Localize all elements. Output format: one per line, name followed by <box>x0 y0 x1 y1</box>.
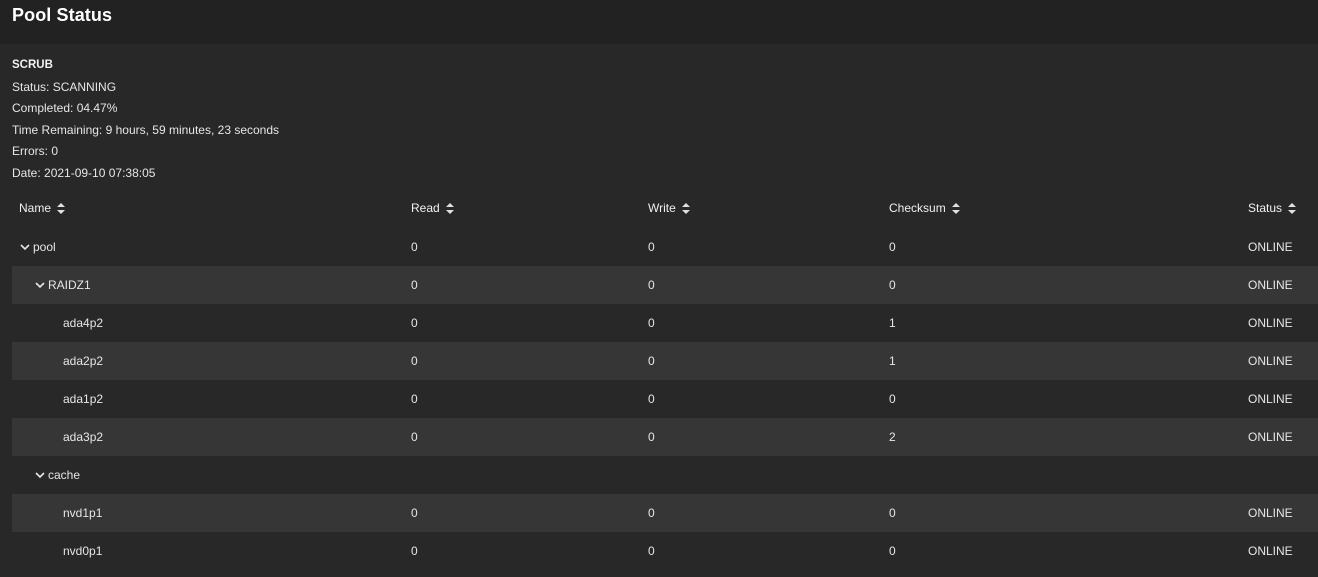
column-header-name-label: Name <box>19 201 52 215</box>
row-status: ONLINE <box>1248 430 1293 444</box>
row-read: 0 <box>411 240 418 254</box>
scrub-title: SCRUB <box>12 59 53 71</box>
table-row[interactable]: ada4p2 0 0 1 ONLINE <box>12 304 1318 342</box>
row-name-cell: RAIDZ1 <box>19 266 91 304</box>
row-write: 0 <box>648 506 655 520</box>
row-write: 0 <box>648 430 655 444</box>
row-status: ONLINE <box>1248 392 1293 406</box>
row-checksum: 2 <box>889 430 896 444</box>
table-row[interactable]: pool 0 0 0 ONLINE <box>12 228 1318 266</box>
sort-icon <box>57 202 66 214</box>
row-checksum: 0 <box>889 506 896 520</box>
row-name: pool <box>33 240 56 254</box>
row-name-cell: cache <box>19 456 80 494</box>
row-read: 0 <box>411 354 418 368</box>
table-row[interactable]: RAIDZ1 0 0 0 ONLINE <box>12 266 1318 304</box>
row-name: ada3p2 <box>63 430 104 444</box>
page-header: Pool Status <box>0 0 1318 44</box>
row-name: ada1p2 <box>63 392 104 406</box>
row-status: ONLINE <box>1248 278 1293 292</box>
table-row[interactable]: nvd0p1 0 0 0 ONLINE <box>12 532 1318 570</box>
row-name: ada2p2 <box>63 354 104 368</box>
scrub-errors: Errors: 0 <box>12 144 59 159</box>
chevron-down-icon[interactable] <box>19 241 31 253</box>
row-status: ONLINE <box>1248 544 1293 558</box>
scrub-date: Date: 2021-09-10 07:38:05 <box>12 165 156 180</box>
scrub-status: Status: SCANNING <box>12 79 117 94</box>
table-row[interactable]: cache <box>12 456 1318 494</box>
chevron-down-icon[interactable] <box>34 279 46 291</box>
column-header-status-label: Status <box>1248 201 1283 215</box>
table-row[interactable]: ada2p2 0 0 1 ONLINE <box>12 342 1318 380</box>
column-header-checksum-label: Checksum <box>889 201 946 215</box>
chevron-down-icon[interactable] <box>34 469 46 481</box>
row-read: 0 <box>411 506 418 520</box>
sort-icon <box>951 202 960 214</box>
row-write: 0 <box>648 278 655 292</box>
row-status: ONLINE <box>1248 316 1293 330</box>
row-status: ONLINE <box>1248 506 1293 520</box>
row-read: 0 <box>411 544 418 558</box>
column-header-checksum[interactable]: Checksum <box>889 188 960 228</box>
row-checksum: 0 <box>889 392 896 406</box>
table-row[interactable]: ada3p2 0 0 2 ONLINE <box>12 418 1318 456</box>
row-name: ada4p2 <box>63 316 104 330</box>
sort-icon <box>445 202 454 214</box>
row-status: ONLINE <box>1248 240 1293 254</box>
row-read: 0 <box>411 278 418 292</box>
pool-status-table: Name Read Write Checksum Status pool 0 0… <box>12 188 1318 570</box>
scrub-completed: Completed: 04.47% <box>12 101 118 116</box>
scrub-time-remaining: Time Remaining: 9 hours, 59 minutes, 23 … <box>12 122 280 137</box>
column-header-read-label: Read <box>411 201 440 215</box>
row-write: 0 <box>648 240 655 254</box>
column-header-write[interactable]: Write <box>648 188 690 228</box>
column-header-name[interactable]: Name <box>19 188 66 228</box>
row-checksum: 0 <box>889 544 896 558</box>
row-name: nvd0p1 <box>63 544 103 558</box>
scrub-summary: SCRUB Status: SCANNING Completed: 04.47%… <box>0 44 1318 185</box>
sort-icon <box>1288 202 1297 214</box>
row-read: 0 <box>411 392 418 406</box>
row-name: RAIDZ1 <box>48 278 91 292</box>
row-name-cell: pool <box>19 228 56 266</box>
row-name: cache <box>48 468 81 482</box>
row-status: ONLINE <box>1248 354 1293 368</box>
column-header-read[interactable]: Read <box>411 188 454 228</box>
row-checksum: 0 <box>889 278 896 292</box>
table-header: Name Read Write Checksum Status <box>12 188 1318 228</box>
row-read: 0 <box>411 430 418 444</box>
row-write: 0 <box>648 544 655 558</box>
column-header-write-label: Write <box>648 201 676 215</box>
table-row[interactable]: nvd1p1 0 0 0 ONLINE <box>12 494 1318 532</box>
row-name: nvd1p1 <box>63 506 103 520</box>
row-checksum: 0 <box>889 240 896 254</box>
row-checksum: 1 <box>889 354 896 368</box>
page-title: Pool Status <box>12 5 113 25</box>
row-write: 0 <box>648 392 655 406</box>
row-write: 0 <box>648 354 655 368</box>
column-header-status[interactable]: Status <box>1248 188 1297 228</box>
row-checksum: 1 <box>889 316 896 330</box>
sort-icon <box>681 202 690 214</box>
row-read: 0 <box>411 316 418 330</box>
table-row[interactable]: ada1p2 0 0 0 ONLINE <box>12 380 1318 418</box>
row-write: 0 <box>648 316 655 330</box>
